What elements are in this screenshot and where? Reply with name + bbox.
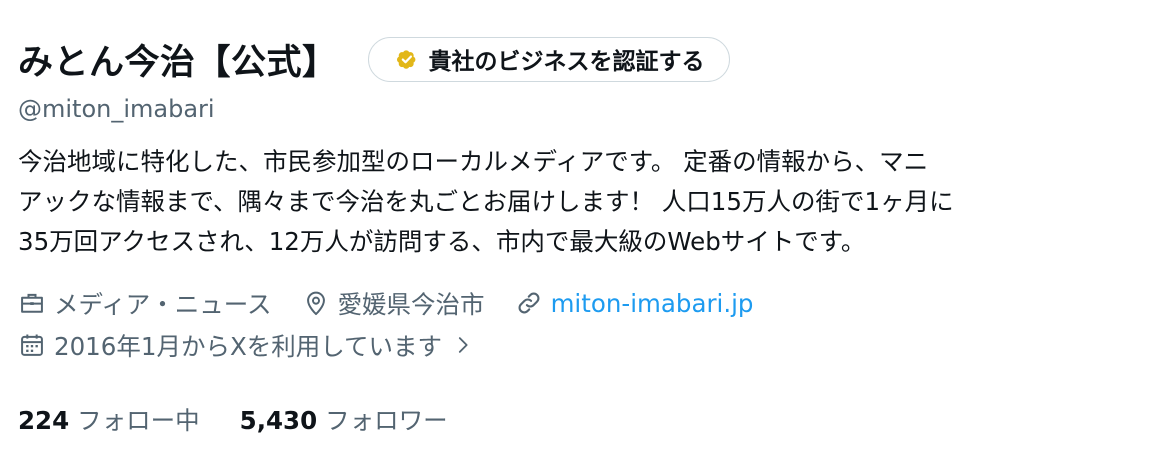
followers-label: フォロワー bbox=[325, 406, 448, 435]
followers-link[interactable]: 5,430 フォロワー bbox=[240, 402, 448, 437]
profile-meta: メディア・ニュース 愛媛県今治市 miton-imabari.jp 2016年1… bbox=[18, 282, 1153, 366]
name-row: みとん今治【公式】 貴社のビジネスを認証する bbox=[18, 28, 1153, 90]
following-link[interactable]: 224 フォロー中 bbox=[18, 402, 200, 437]
bio-line: 35万回アクセスされ、12万人が訪問する、市内で最大級のWebサイトです。 bbox=[18, 227, 866, 256]
meta-row-2: 2016年1月からXを利用しています bbox=[18, 324, 1153, 366]
briefcase-icon bbox=[21, 293, 43, 313]
profile-header: みとん今治【公式】 貴社のビジネスを認証する @miton_imabari 今治… bbox=[18, 28, 1153, 437]
follow-stats: 224 フォロー中 5,430 フォロワー bbox=[18, 402, 1153, 437]
profile-joined-date[interactable]: 2016年1月からXを利用しています bbox=[18, 328, 474, 363]
following-label: フォロー中 bbox=[77, 406, 200, 435]
website-link[interactable]: miton-imabari.jp bbox=[551, 289, 754, 318]
location-label: 愛媛県今治市 bbox=[337, 289, 485, 319]
link-icon bbox=[518, 292, 540, 314]
chevron-right-icon bbox=[458, 337, 468, 353]
gold-verified-badge-icon bbox=[395, 47, 419, 71]
following-count: 224 bbox=[18, 406, 70, 435]
bio-line: アックな情報まで、隅々まで今治を丸ごとお届けします！ 人口15万人の街で1ヶ月に bbox=[18, 187, 954, 216]
meta-row-1: メディア・ニュース 愛媛県今治市 miton-imabari.jp bbox=[18, 282, 1153, 324]
verify-business-label: 貴社のビジネスを認証する bbox=[428, 49, 705, 75]
calendar-icon bbox=[21, 334, 43, 356]
bio-line: 今治地域に特化した、市民参加型のローカルメディアです。 定番の情報から、マニ bbox=[18, 147, 929, 176]
category-label: メディア・ニュース bbox=[54, 289, 272, 319]
followers-count: 5,430 bbox=[239, 406, 318, 435]
verify-business-button[interactable]: 貴社のビジネスを認証する bbox=[367, 36, 730, 82]
location-pin-icon bbox=[306, 291, 325, 316]
profile-website: miton-imabari.jp bbox=[515, 289, 754, 318]
profile-location: 愛媛県今治市 bbox=[302, 286, 485, 321]
display-name: みとん今治【公式】 bbox=[18, 42, 338, 83]
user-handle: @miton_imabari bbox=[18, 95, 215, 123]
profile-category: メディア・ニュース bbox=[18, 286, 272, 321]
profile-bio: 今治地域に特化した、市民参加型のローカルメディアです。 定番の情報から、マニ ア… bbox=[18, 142, 1153, 262]
joined-label: 2016年1月からXを利用しています bbox=[54, 331, 442, 361]
